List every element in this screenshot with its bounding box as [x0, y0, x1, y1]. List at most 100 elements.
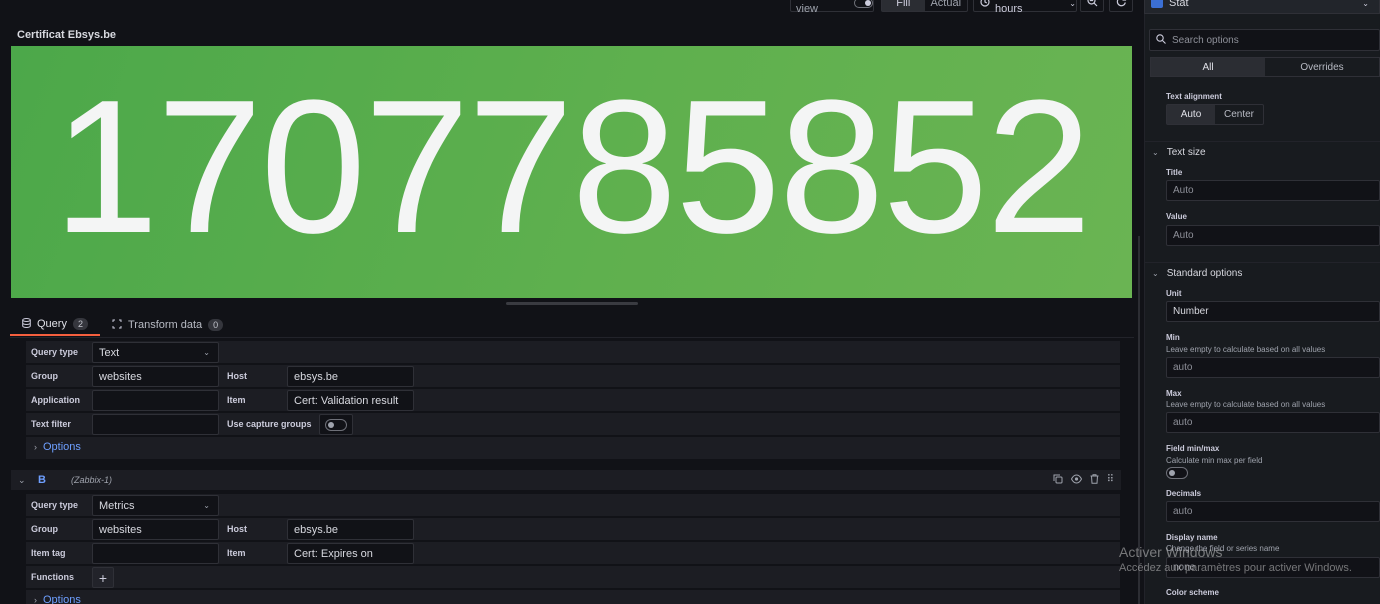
table-view-toggle[interactable]: Table view: [790, 0, 874, 15]
drag-icon[interactable]: ⠿: [1107, 474, 1114, 487]
min-description: Leave empty to calculate based on all va…: [1166, 345, 1326, 354]
chevron-down-icon: ⌄: [1152, 148, 1159, 157]
decimals-input[interactable]: auto: [1166, 501, 1380, 522]
field-minmax-toggle[interactable]: [1166, 467, 1188, 479]
min-input[interactable]: auto: [1166, 357, 1380, 378]
max-input[interactable]: auto: [1166, 412, 1380, 433]
text-filter-label: Text filter: [31, 419, 71, 429]
group-value: websites: [99, 370, 142, 383]
tab-all[interactable]: All: [1151, 58, 1265, 76]
actual-button[interactable]: Actual: [925, 0, 968, 11]
query-name[interactable]: B: [38, 474, 46, 486]
refresh-icon: [1116, 0, 1127, 10]
group-label: Group: [31, 371, 58, 381]
trash-icon[interactable]: [1090, 474, 1099, 487]
align-center-button[interactable]: Center: [1215, 105, 1263, 124]
chevron-right-icon: ›: [34, 442, 37, 452]
visualization-name: Stat: [1169, 0, 1189, 9]
table-view-label: Table view: [796, 0, 822, 15]
plus-icon: +: [98, 569, 108, 586]
resize-handle[interactable]: [506, 302, 638, 305]
unit-select[interactable]: Number: [1166, 301, 1380, 322]
query-type-value: Metrics: [99, 499, 135, 512]
transform-count-badge: 0: [208, 319, 224, 331]
eye-icon[interactable]: [1070, 474, 1082, 487]
query-type-label: Query type: [31, 500, 79, 510]
decimals-placeholder: auto: [1173, 506, 1193, 517]
group-field[interactable]: websites: [92, 519, 219, 540]
zoom-out-icon: [1086, 0, 1098, 10]
fill-button[interactable]: Fill: [882, 0, 925, 11]
database-icon: [22, 317, 31, 331]
host-value: ebsys.be: [294, 370, 339, 383]
value-size-placeholder: Auto: [1173, 230, 1194, 241]
value-size-input[interactable]: Auto: [1166, 225, 1380, 246]
display-name-label: Display name: [1166, 533, 1218, 542]
min-label: Min: [1166, 333, 1180, 342]
add-function-button[interactable]: +: [92, 567, 114, 588]
item-field[interactable]: Cert: Validation result: [287, 390, 414, 411]
item-label: Item: [227, 395, 246, 405]
toggle-switch[interactable]: [854, 0, 873, 8]
host-field[interactable]: ebsys.be: [287, 366, 414, 387]
tab-query[interactable]: Query 2: [10, 314, 100, 336]
query-b-header[interactable]: ⌄ B (Zabbix-1) ⠿: [11, 470, 1121, 490]
duplicate-icon[interactable]: [1053, 474, 1063, 487]
functions-row: Functions +: [26, 566, 1120, 588]
query-type-select[interactable]: Text ⌄: [92, 342, 219, 363]
title-size-placeholder: Auto: [1173, 185, 1194, 196]
title-size-input[interactable]: Auto: [1166, 180, 1380, 201]
clock-icon: [980, 0, 990, 10]
tab-query-label: Query: [37, 318, 67, 330]
decimals-label: Decimals: [1166, 489, 1202, 498]
field-minmax-description: Calculate min max per field: [1166, 456, 1263, 465]
chevron-down-icon: ⌄: [203, 348, 210, 357]
query-type-select[interactable]: Metrics ⌄: [92, 495, 219, 516]
search-icon: [1156, 33, 1166, 47]
visualization-picker[interactable]: Stat ⌄: [1144, 0, 1380, 14]
time-range-label: Last 24 hours: [995, 0, 1031, 15]
collapse-icon[interactable]: ⌄: [18, 475, 26, 486]
zoom-out-button[interactable]: [1080, 0, 1104, 12]
application-field[interactable]: [92, 390, 219, 411]
time-range-picker[interactable]: Last 24 hours ⌄: [973, 0, 1077, 15]
item-tag-field[interactable]: [92, 543, 219, 564]
application-item-row: Application Item Cert: Validation result: [26, 389, 1120, 411]
title-size-label: Title: [1166, 168, 1183, 177]
search-options-input[interactable]: Search options: [1149, 29, 1380, 51]
max-description: Leave empty to calculate based on all va…: [1166, 400, 1326, 409]
functions-label: Functions: [31, 572, 74, 582]
options-toggle[interactable]: › Options: [34, 594, 81, 604]
stat-value: 1707785852: [53, 61, 1092, 273]
options-tabs: All Overrides: [1150, 57, 1380, 77]
align-auto-button[interactable]: Auto: [1167, 105, 1215, 124]
refresh-button[interactable]: [1109, 0, 1133, 12]
datasource-name: (Zabbix-1): [71, 475, 113, 485]
text-filter-field[interactable]: [92, 414, 219, 435]
capture-groups-label: Use capture groups: [227, 419, 312, 429]
standard-options-section[interactable]: ⌄ Standard options: [1144, 262, 1380, 284]
tab-transform-data[interactable]: Transform data 0: [100, 314, 235, 336]
query-type-row: Query type Metrics ⌄: [26, 494, 1120, 516]
item-field[interactable]: Cert: Expires on: [287, 543, 414, 564]
unit-label: Unit: [1166, 289, 1182, 298]
item-tag-label: Item tag: [31, 548, 66, 558]
text-size-section[interactable]: ⌄ Text size: [1144, 141, 1380, 163]
group-field[interactable]: websites: [92, 366, 219, 387]
options-toggle[interactable]: › Options: [34, 441, 81, 453]
query-type-label: Query type: [31, 347, 79, 357]
tab-divider: [10, 337, 1134, 338]
item-label: Item: [227, 548, 246, 558]
field-minmax-label: Field min/max: [1166, 444, 1220, 453]
group-value: websites: [99, 523, 142, 536]
query-tabs: Query 2 Transform data 0: [10, 314, 235, 338]
tab-overrides[interactable]: Overrides: [1265, 58, 1379, 76]
capture-groups-toggle[interactable]: [325, 419, 347, 431]
text-alignment-label: Text alignment: [1166, 92, 1222, 101]
max-label: Max: [1166, 389, 1182, 398]
options-label: Options: [43, 594, 81, 604]
query-type-row: Query type Text ⌄: [26, 341, 1120, 363]
host-value: ebsys.be: [294, 523, 339, 536]
max-placeholder: auto: [1173, 417, 1193, 428]
host-field[interactable]: ebsys.be: [287, 519, 414, 540]
